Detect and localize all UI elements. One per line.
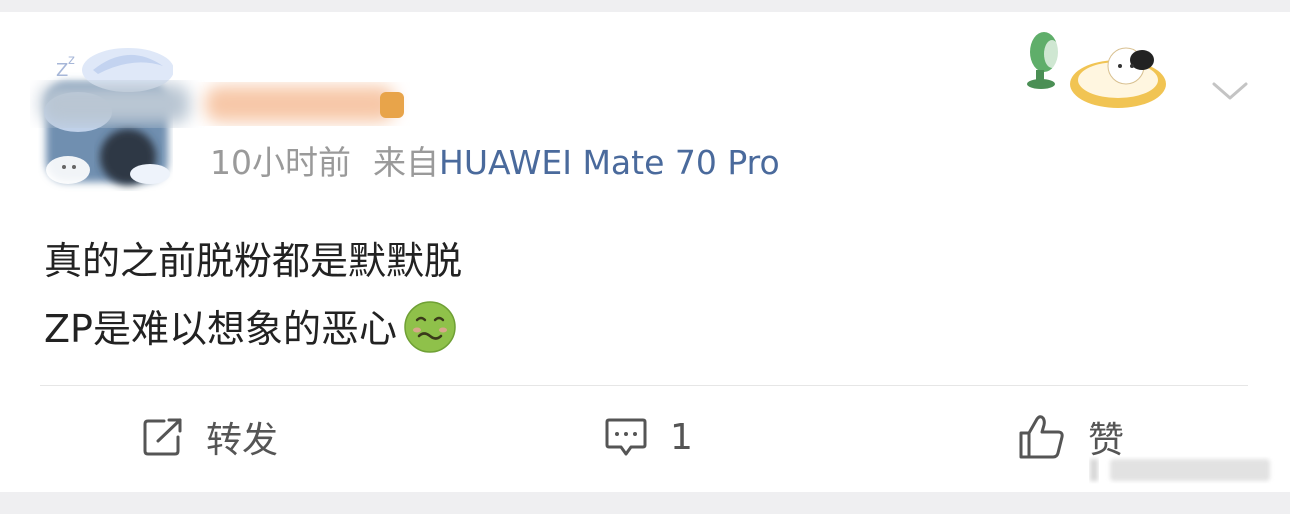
post-text-line-1: 真的之前脱粉都是默默脱 [44,239,463,283]
card-decoration-sticker [1027,32,1166,108]
comment-icon [605,418,647,456]
nauseated-face-emoji-icon [404,301,456,353]
svg-text:z: z [68,53,75,68]
post-meta: 10小时前 来自HUAWEI Mate 70 Pro [210,136,780,184]
post-time: 10小时前 [210,143,351,182]
repost-label: 转发 [206,420,279,461]
post-card: Z z 10小时前 来自HUAWEI Mate 70 Pro 真的之前脱粉都是默默 [0,12,1290,492]
action-divider [40,385,1248,386]
chevron-down-icon[interactable] [1210,76,1250,106]
repost-button[interactable]: 转发 [142,414,279,461]
repost-icon [143,418,182,456]
username-blurred[interactable] [30,74,410,134]
source-device[interactable]: HUAWEI Mate 70 Pro [439,143,780,182]
watermark-logo [1090,459,1270,481]
thumbs-up-icon [1019,415,1064,459]
post-text-line-2-text: ZP是难以想象的恶心 [44,307,397,351]
post-text-line-2: ZP是难以想象的恶心 [44,295,462,363]
post-content: 真的之前脱粉都是默默脱 ZP是难以想象的恶心 [44,227,462,363]
comment-button[interactable]: 1 [604,414,693,460]
comment-count: 1 [670,416,693,458]
source-prefix: 来自 [373,143,439,182]
